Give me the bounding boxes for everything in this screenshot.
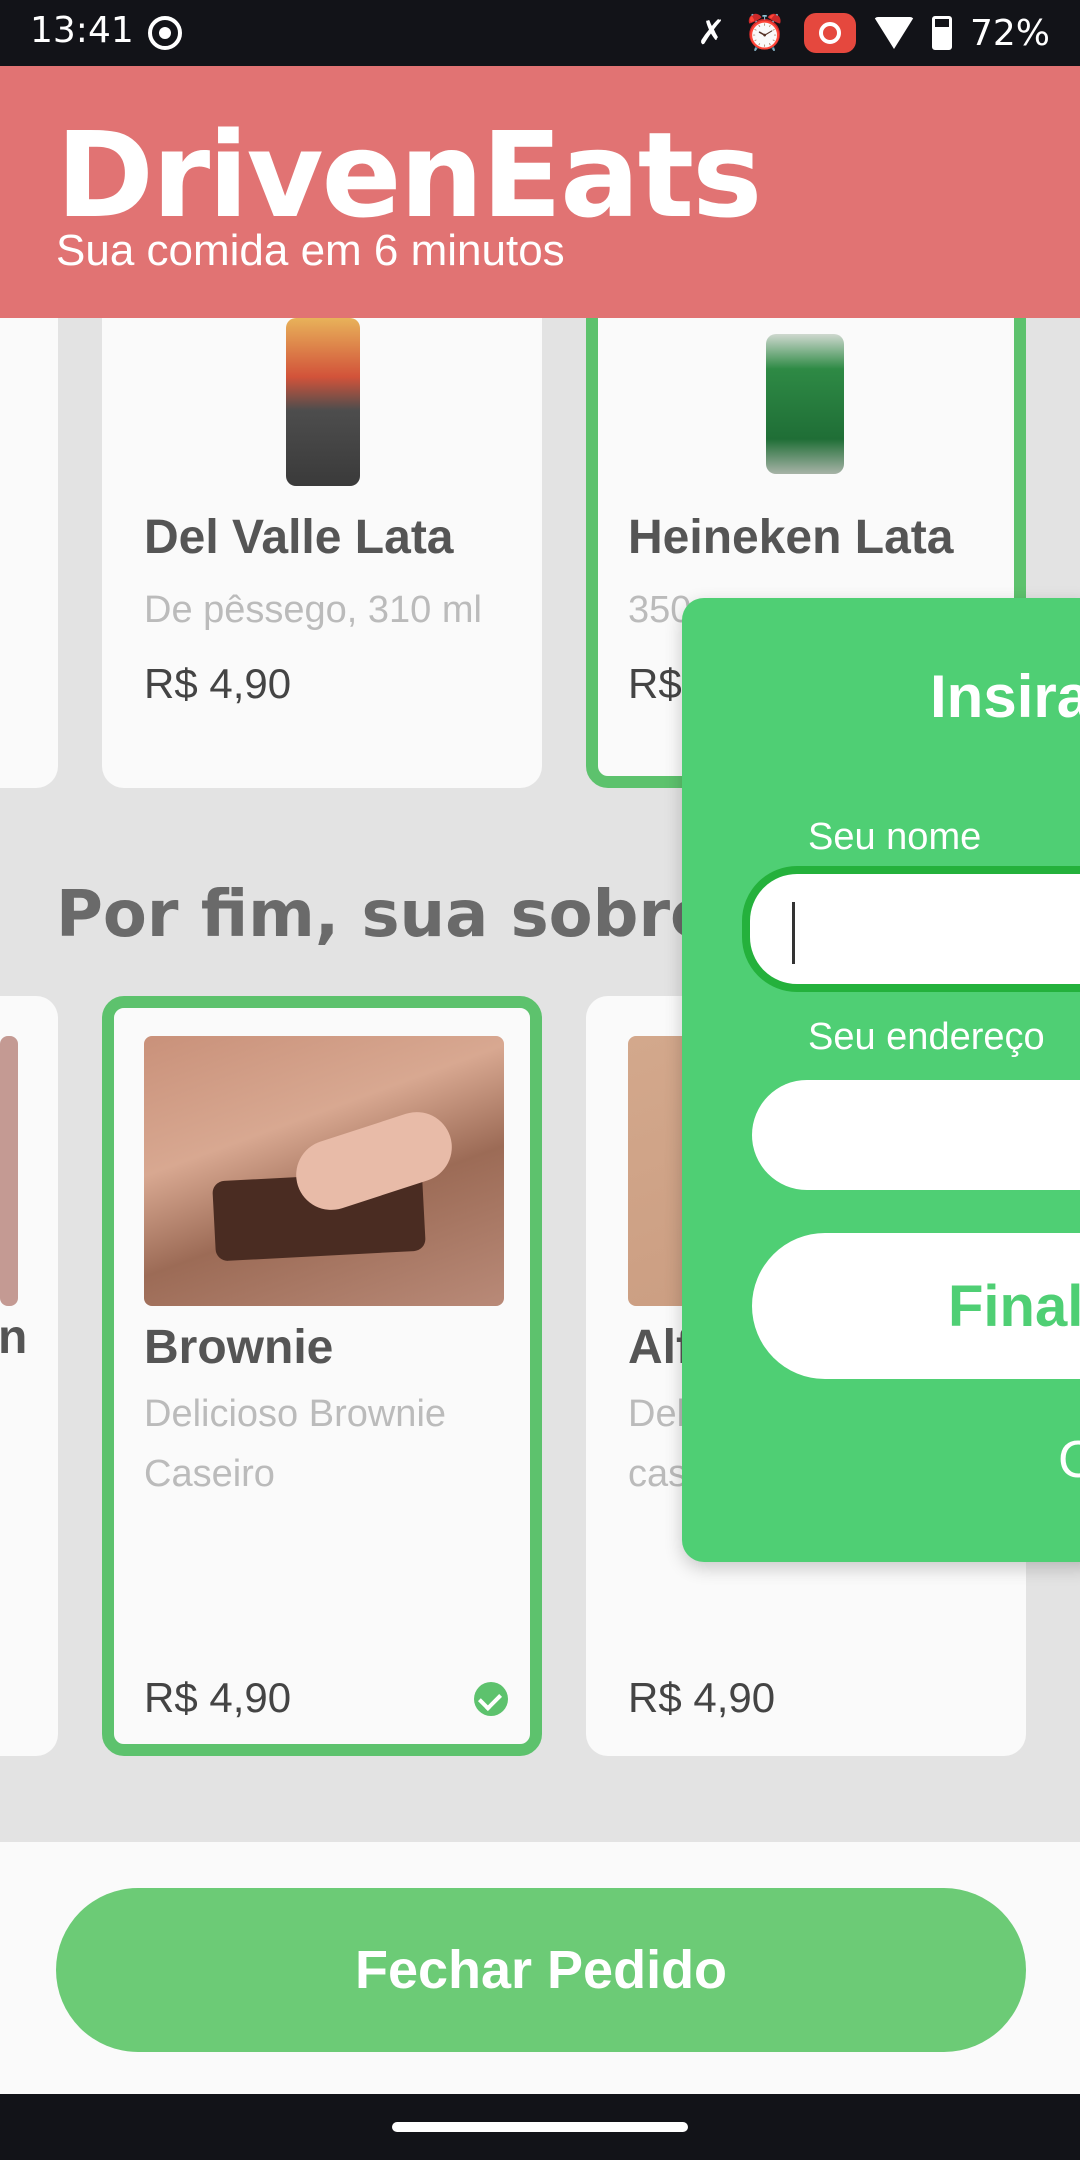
desserts-section-title: Por fim, sua sobrer [56, 878, 745, 952]
drink-title: Heineken Lata [628, 511, 954, 564]
status-time: 13:41 [30, 10, 134, 51]
order-details-modal: Insira Seu nome Seu endereço Final C [682, 598, 1080, 1562]
drink-title: Del Valle Lata [144, 511, 454, 564]
modal-title: Insira [930, 663, 1080, 730]
text-caret [792, 902, 795, 964]
drink-card-partial[interactable] [0, 318, 58, 788]
brownie-image [144, 1036, 504, 1306]
dessert-description-line: Caseiro [144, 1453, 275, 1495]
drink-price: R$ 4,90 [144, 660, 292, 707]
address-field[interactable] [752, 1080, 1080, 1190]
app-header: DrivenEats Sua comida em 6 minutos [0, 66, 1080, 318]
dessert-price: R$ 4,90 [628, 1674, 776, 1721]
dessert-card-selected[interactable]: Brownie Delicioso Brownie Caseiro R$ 4,9… [102, 996, 542, 1756]
mute-icon: ✗ [697, 13, 726, 53]
status-icons: ✗ ⏰ 72% [697, 8, 1050, 58]
home-gesture-handle[interactable] [392, 2122, 688, 2132]
dessert-card-partial[interactable]: n [0, 996, 58, 1756]
dessert-description: Del cas [628, 1384, 687, 1504]
del-valle-can-image [286, 318, 360, 486]
checkout-button[interactable]: Fechar Pedido [56, 1888, 1026, 2052]
dessert-price: R$ 4,90 [144, 1674, 292, 1721]
heineken-can-image [766, 334, 844, 474]
cancel-button[interactable]: C [1058, 1430, 1080, 1490]
drink-price: R$ [628, 660, 682, 707]
navigation-bar [0, 2094, 1080, 2160]
battery-percent: 72% [969, 12, 1050, 54]
dessert-image [0, 1036, 18, 1306]
app-screen: 13:41 ✗ ⏰ 72% DrivenEats Sua comida em 6… [0, 0, 1080, 2160]
dessert-title-partial: n [0, 1311, 28, 1364]
finalize-order-button[interactable]: Final [752, 1233, 1080, 1379]
dessert-description-line: cas [628, 1453, 688, 1495]
battery-icon [931, 16, 952, 50]
app-logo-text: DrivenEats [56, 106, 762, 244]
drink-description: De pêssego, 310 ml [144, 589, 482, 631]
alarm-icon: ⏰ [743, 13, 786, 53]
name-field[interactable] [742, 866, 1080, 992]
selected-check-icon [474, 1682, 508, 1716]
footer-bar: Fechar Pedido [0, 1842, 1080, 2094]
name-label: Seu nome [808, 816, 982, 858]
address-label: Seu endereço [808, 1016, 1045, 1058]
drink-card[interactable]: Del Valle Lata De pêssego, 310 ml R$ 4,9… [102, 318, 542, 788]
dessert-title: Brownie [144, 1321, 334, 1374]
dessert-description-line: Del [628, 1393, 686, 1435]
dessert-description-line: Delicioso Brownie [144, 1393, 447, 1435]
app-tagline: Sua comida em 6 minutos [56, 226, 565, 275]
dessert-description: Delicioso Brownie Caseiro [144, 1384, 446, 1504]
wifi-icon [873, 17, 914, 49]
screen-record-icon [803, 13, 856, 53]
location-icon [148, 16, 182, 50]
status-bar: 13:41 ✗ ⏰ 72% [0, 0, 1080, 66]
